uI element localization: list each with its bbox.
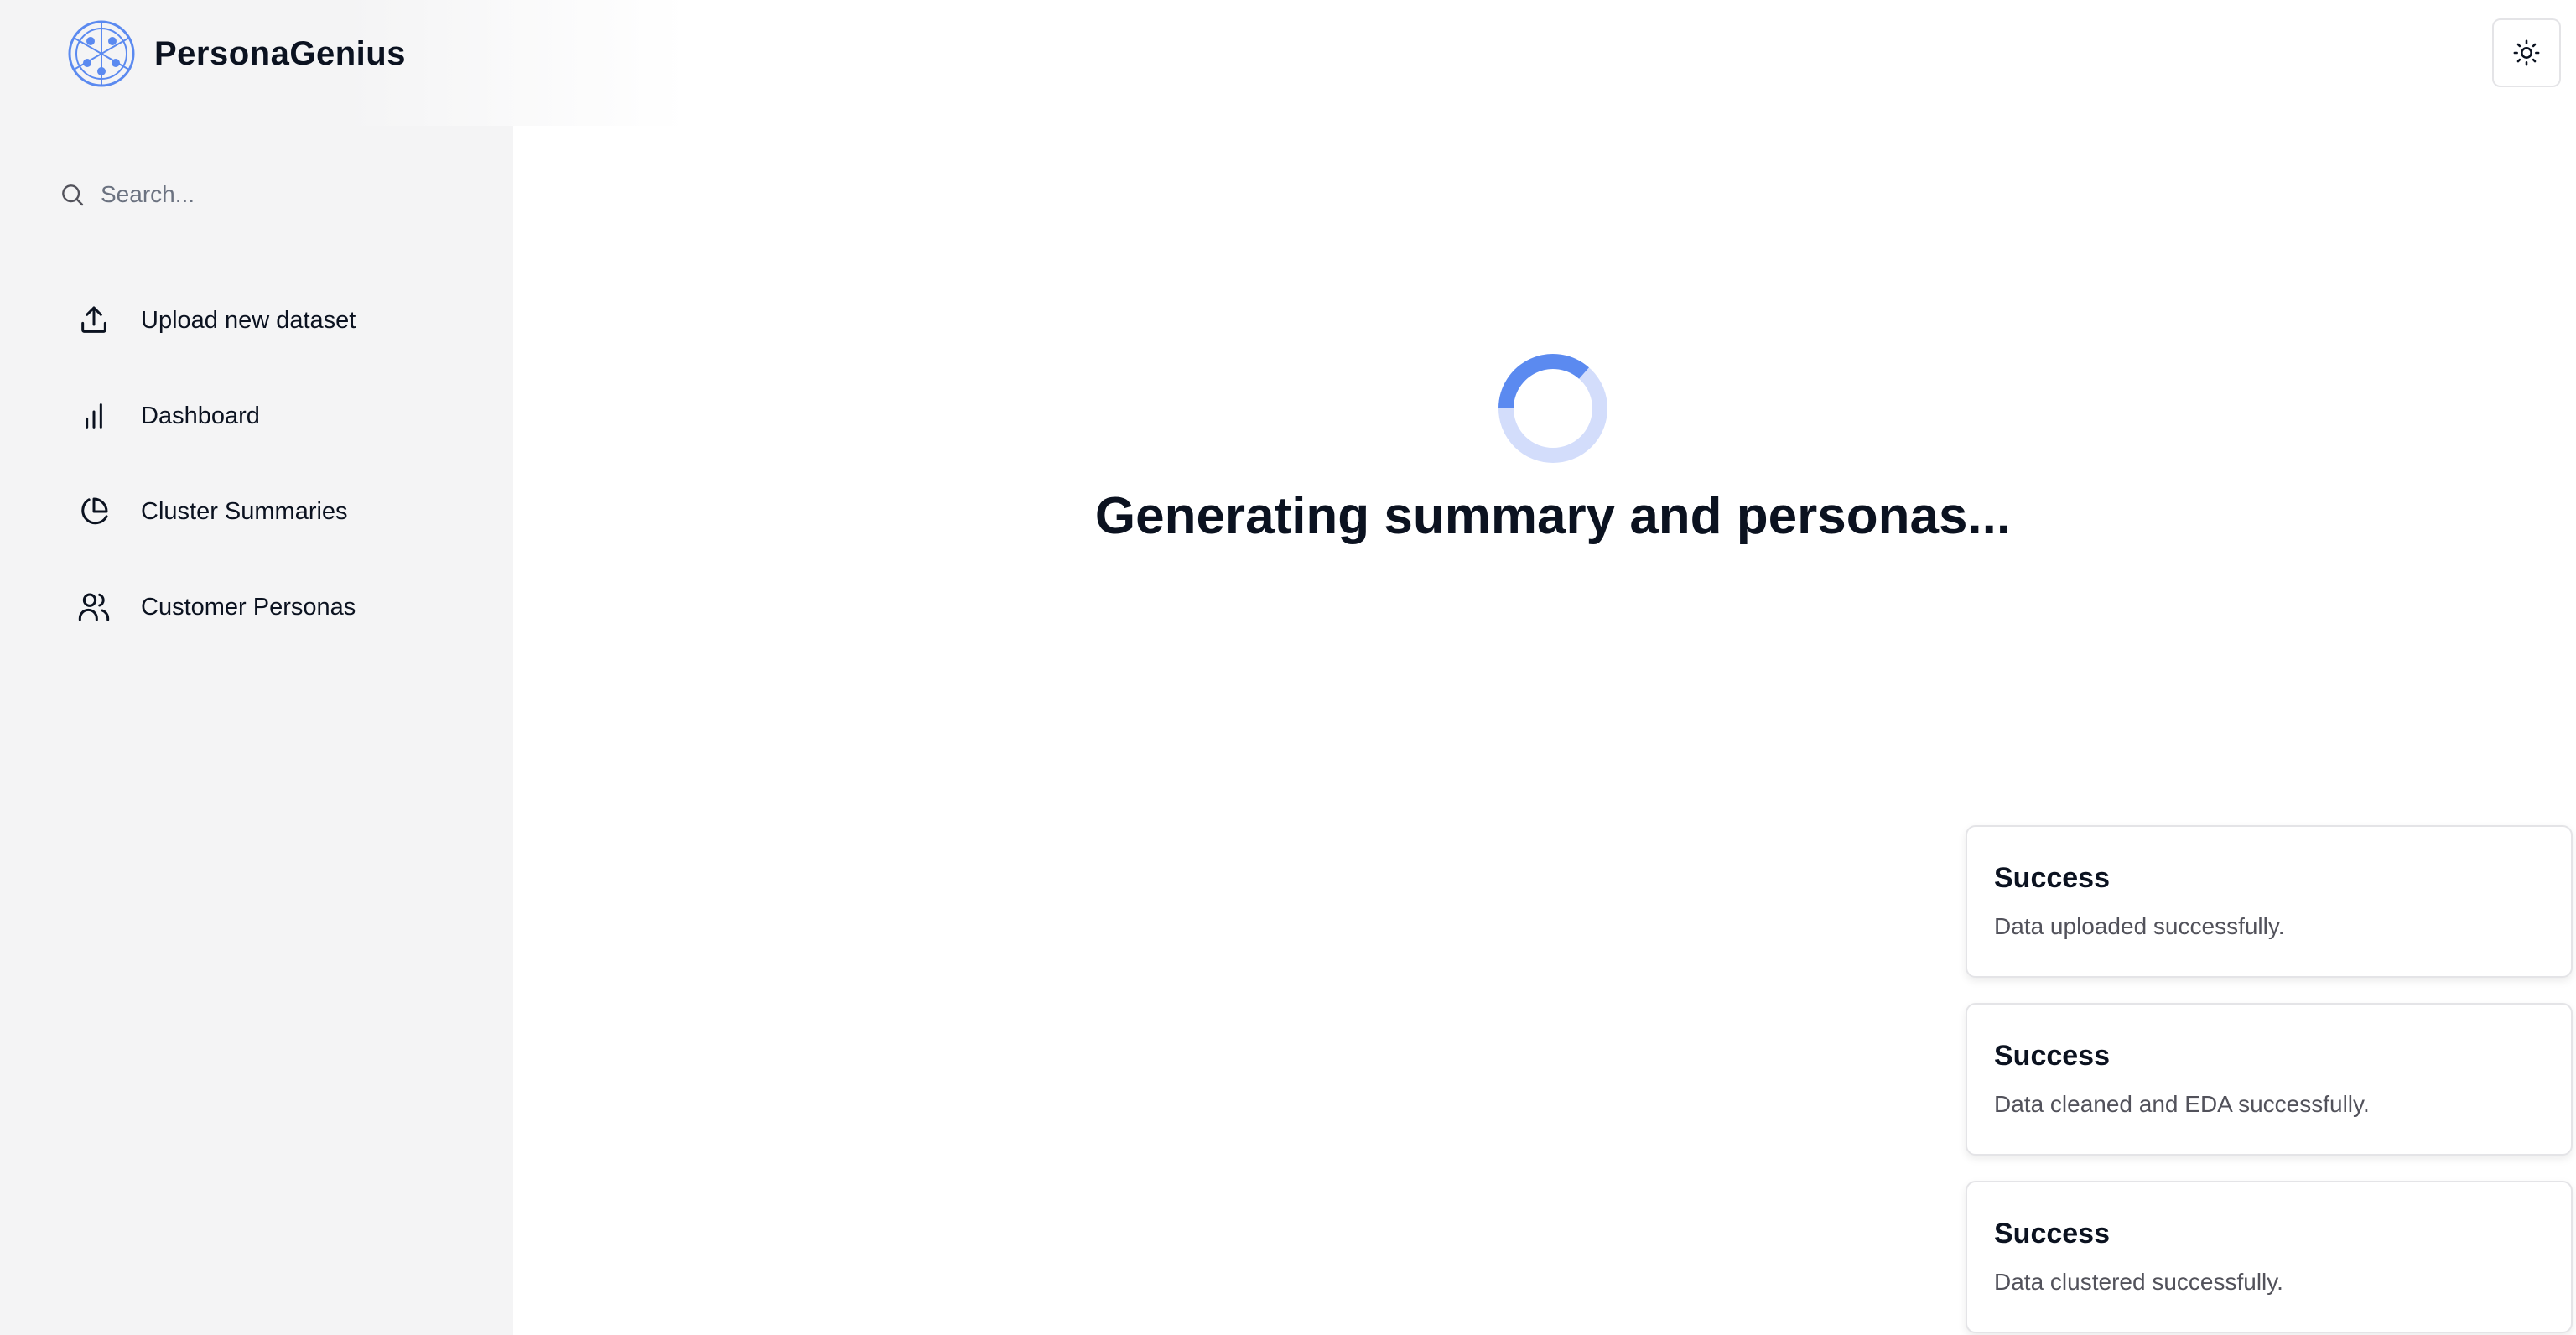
upload-icon	[75, 302, 112, 339]
bar-chart-icon	[75, 397, 112, 434]
toast-container: Success Data uploaded successfully. Succ…	[1966, 825, 2573, 1335]
search-box[interactable]	[59, 174, 461, 215]
toast-notification[interactable]: Success Data cleaned and EDA successfull…	[1966, 1003, 2573, 1156]
main-loading-area: Generating summary and personas...	[513, 352, 2576, 546]
sidebar-item-label: Dashboard	[141, 402, 260, 429]
sidebar-item-label: Cluster Summaries	[141, 497, 348, 525]
sidebar-nav: Upload new dataset Dashboard Cluster Sum…	[75, 293, 495, 676]
loading-spinner-icon	[1498, 354, 1607, 463]
app-root: PersonaGenius Upload new dataset	[0, 0, 2576, 1335]
logo-icon	[68, 20, 135, 87]
sidebar: Upload new dataset Dashboard Cluster Sum…	[0, 126, 513, 1335]
loading-text: Generating summary and personas...	[1094, 487, 2012, 545]
sidebar-item-cluster-summaries[interactable]: Cluster Summaries	[75, 485, 495, 538]
users-icon	[75, 589, 112, 626]
brand[interactable]: PersonaGenius	[67, 18, 406, 89]
toast-title: Success	[1994, 862, 2110, 894]
search-icon	[62, 184, 84, 206]
toast-title: Success	[1994, 1218, 2110, 1249]
sidebar-item-dashboard[interactable]: Dashboard	[75, 389, 495, 443]
toast-notification[interactable]: Success Data uploaded successfully.	[1966, 825, 2573, 978]
sun-icon	[2513, 39, 2540, 66]
toast-message: Data uploaded successfully.	[1994, 913, 2285, 939]
pie-chart-icon	[75, 493, 112, 530]
theme-toggle-button[interactable]	[2492, 18, 2561, 87]
search-input[interactable]	[101, 181, 436, 208]
app-name: PersonaGenius	[154, 34, 406, 72]
toast-notification[interactable]: Success Data clustered successfully.	[1966, 1181, 2573, 1333]
toast-message: Data clustered successfully.	[1994, 1269, 2283, 1295]
toast-message: Data cleaned and EDA successfully.	[1994, 1091, 2370, 1117]
sidebar-item-customer-personas[interactable]: Customer Personas	[75, 580, 495, 634]
sidebar-item-label: Customer Personas	[141, 593, 356, 621]
sidebar-item-upload-new-dataset[interactable]: Upload new dataset	[75, 293, 495, 347]
sidebar-item-label: Upload new dataset	[141, 306, 356, 334]
top-bar: PersonaGenius	[0, 0, 688, 126]
toast-title: Success	[1994, 1040, 2110, 1072]
